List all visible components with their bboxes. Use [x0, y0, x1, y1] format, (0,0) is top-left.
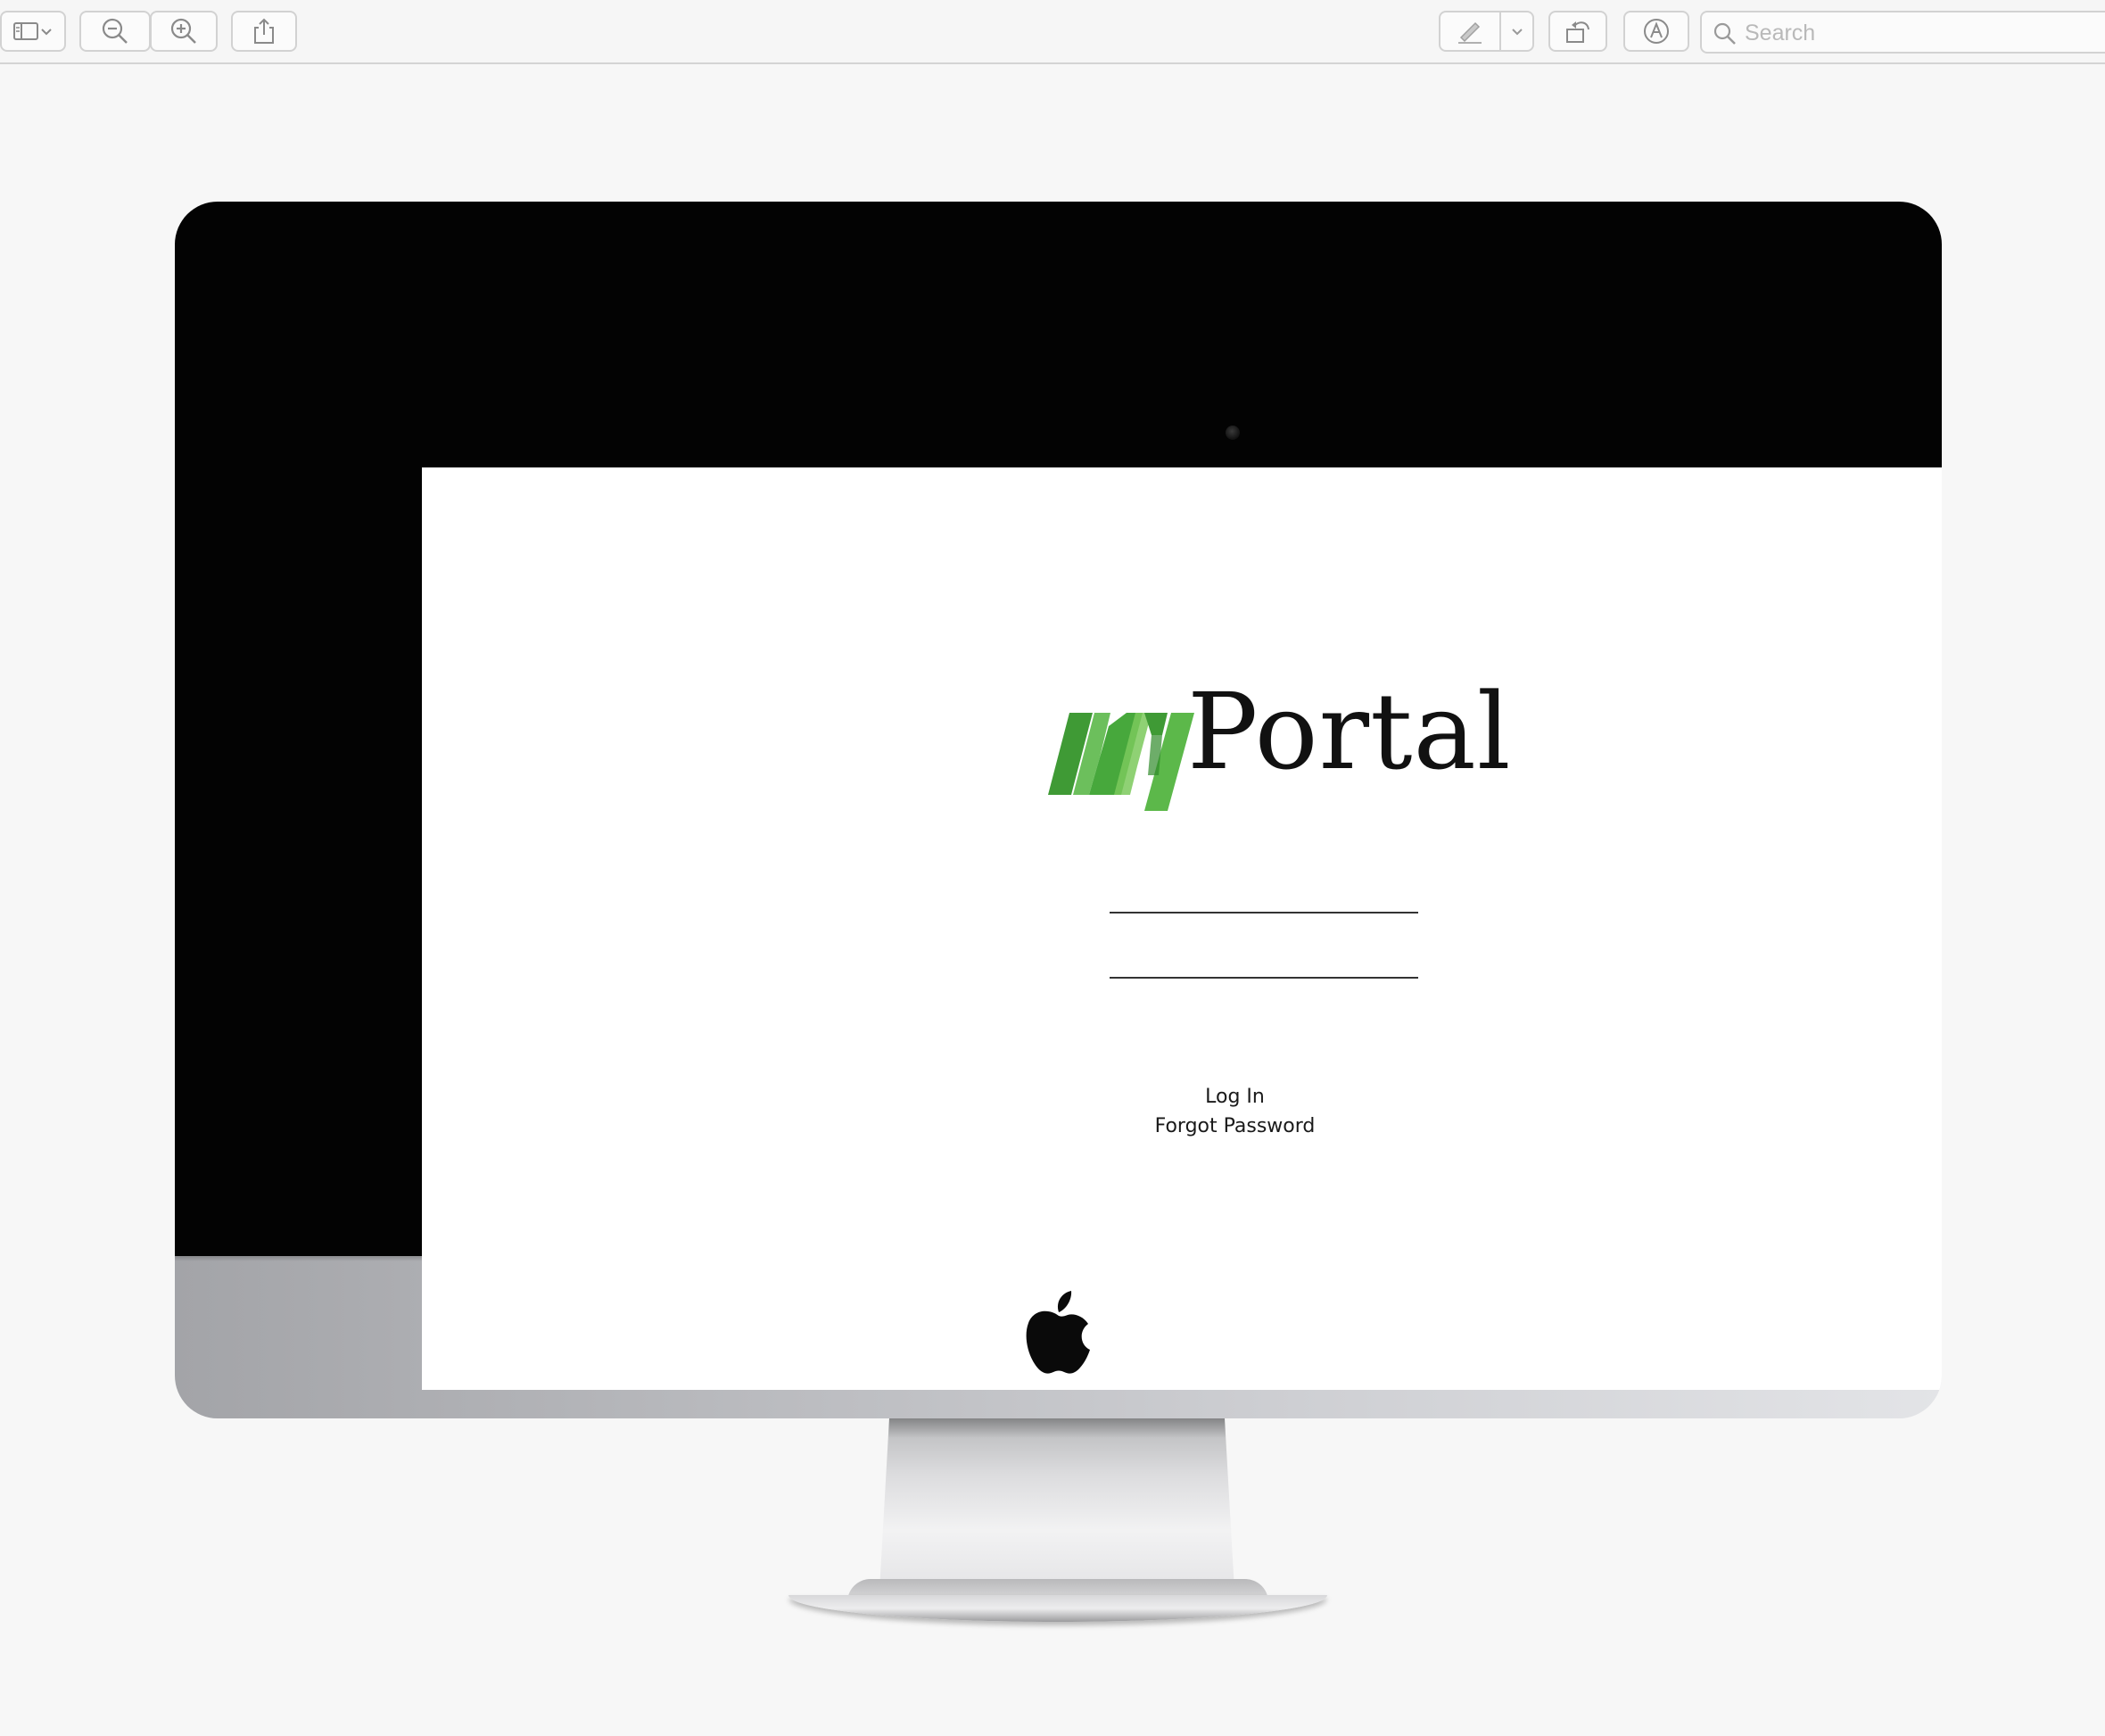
imac-frame: Portal Log In Forgot Password: [175, 202, 1942, 1418]
camera-dot: [1226, 426, 1240, 440]
search-field[interactable]: [1700, 11, 2105, 54]
zoom-out-button[interactable]: [79, 11, 151, 52]
imac-stand-foot: [788, 1595, 1327, 1622]
rotate-button[interactable]: [1548, 11, 1607, 52]
my-logo-mark-icon: [1048, 713, 1194, 811]
rotate-icon: [1563, 17, 1593, 45]
search-input[interactable]: [1743, 18, 2085, 48]
login-screen: Portal Log In Forgot Password: [422, 467, 1942, 1390]
markup-pen-button[interactable]: [1439, 11, 1501, 52]
chevron-down-icon: [1510, 24, 1524, 38]
forgot-password-link[interactable]: Forgot Password: [422, 1115, 1942, 1137]
username-field[interactable]: [1110, 874, 1418, 913]
password-field[interactable]: [1110, 939, 1418, 979]
login-button[interactable]: Log In: [422, 1086, 1942, 1108]
zoom-in-button[interactable]: [150, 11, 218, 52]
zoom-in-icon: [169, 16, 199, 46]
markup-circle-icon: [1642, 17, 1671, 45]
preview-toolbar: [0, 0, 2105, 64]
markup-toolbar-button[interactable]: [1623, 11, 1689, 52]
chevron-down-icon: [39, 24, 54, 38]
pen-icon: [1456, 18, 1484, 45]
sidebar-toggle-icon: [12, 21, 39, 42]
zoom-out-icon: [100, 16, 130, 46]
apple-icon: [1023, 1289, 1094, 1379]
brand-name: Portal: [1187, 670, 1512, 793]
share-icon: [252, 17, 277, 45]
sidebar-toggle-button[interactable]: [0, 11, 66, 52]
search-icon: [1713, 21, 1738, 51]
markup-menu-button[interactable]: [1499, 11, 1534, 52]
imac-stand-neck: [879, 1418, 1235, 1606]
share-button[interactable]: [231, 11, 297, 52]
